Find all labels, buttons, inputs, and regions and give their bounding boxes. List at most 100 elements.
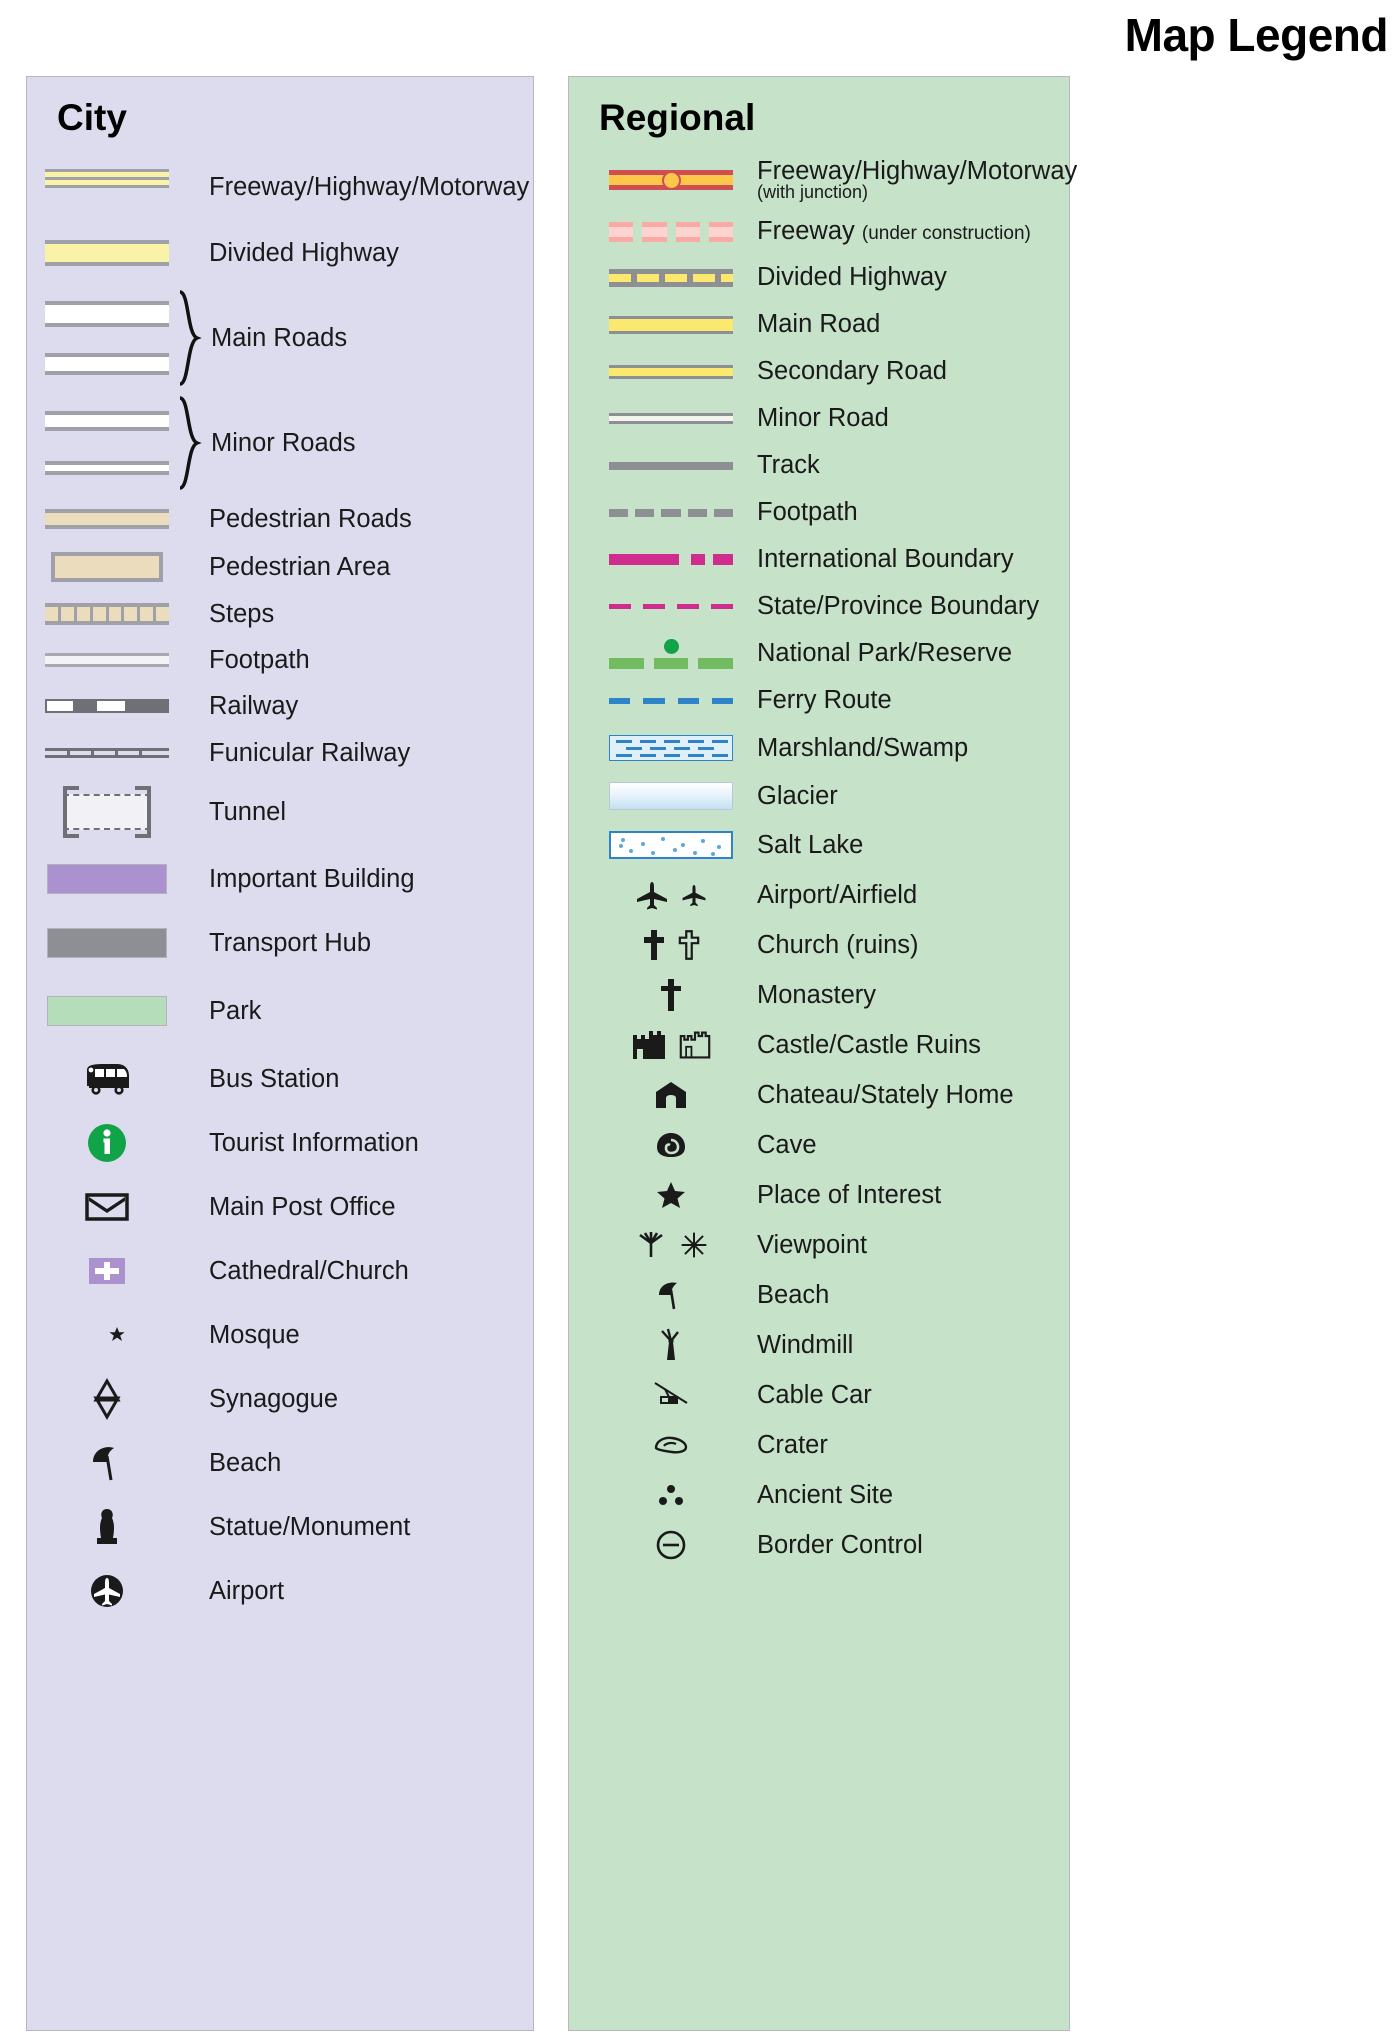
- church-cross-badge-icon: [45, 1254, 169, 1288]
- windmill-icon: [609, 1328, 733, 1362]
- legend-label: Windmill: [757, 1330, 854, 1359]
- airplane-circle-icon: [45, 1570, 169, 1612]
- legend-label: Beach: [209, 1448, 282, 1477]
- viewpoint-pair-icon: [609, 1231, 733, 1259]
- legend-row-regional-beach: Beach: [569, 1270, 1069, 1320]
- legend-label: Crater: [757, 1430, 828, 1459]
- legend-label: Marshland/Swamp: [757, 733, 969, 762]
- symbol-minor-roads: [45, 411, 169, 475]
- symbol-railway: [45, 699, 169, 713]
- legend-label: Ancient Site: [757, 1480, 894, 1509]
- crater-icon: [609, 1432, 733, 1458]
- legend-row-city-transport-hub: Transport Hub: [27, 911, 533, 975]
- legend-row-city-footpath: Footpath: [27, 637, 533, 683]
- legend-row-regional-crater: Crater: [569, 1420, 1069, 1470]
- legend-label-block: Freeway/Highway/Motorway (with junction): [757, 157, 1077, 203]
- legend-label: Track: [757, 451, 820, 480]
- legend-row-city-pedestrian-area: Pedestrian Area: [27, 543, 533, 591]
- legend-row-city-tourist-information: Tourist Information: [27, 1111, 533, 1175]
- legend-row-city-cathedral-church: Cathedral/Church: [27, 1239, 533, 1303]
- legend-label: Castle/Castle Ruins: [757, 1030, 981, 1059]
- legend-row-regional-cable-car: Cable Car: [569, 1370, 1069, 1420]
- star-icon: [609, 1180, 733, 1210]
- legend-row-regional-footpath: Footpath: [569, 489, 1069, 536]
- legend-label: Statue/Monument: [209, 1512, 411, 1541]
- symbol-pedestrian-area: [45, 552, 169, 582]
- legend-row-city-main-post-office: Main Post Office: [27, 1175, 533, 1239]
- legend-row-city-synagogue: Synagogue: [27, 1367, 533, 1431]
- legend-row-regional-secondary-road: Secondary Road: [569, 348, 1069, 395]
- beach-umbrella-icon: [609, 1278, 733, 1312]
- legend-label: Place of Interest: [757, 1180, 942, 1209]
- legend-label: Divided Highway: [757, 263, 947, 292]
- legend-row-regional-monastery: Monastery: [569, 970, 1069, 1020]
- chateau-icon: [609, 1080, 733, 1110]
- legend-label: Main Post Office: [209, 1192, 396, 1221]
- symbol-international-boundary: [609, 554, 733, 565]
- legend-row-regional-chateau: Chateau/Stately Home: [569, 1070, 1069, 1120]
- bus-icon: [45, 1062, 169, 1096]
- legend-label: Salt Lake: [757, 830, 864, 859]
- legend-label: Pedestrian Area: [209, 552, 391, 581]
- symbol-marshland-swamp: [609, 735, 733, 761]
- legend-row-city-beach: Beach: [27, 1431, 533, 1495]
- page-title: Map Legend: [1124, 9, 1389, 61]
- legend-label: Freeway/Highway/Motorway: [209, 172, 530, 201]
- legend-row-city-airport: Airport: [27, 1559, 533, 1623]
- legend-label: Minor Roads: [211, 428, 356, 457]
- legend-row-regional-national-park: National Park/Reserve: [569, 630, 1069, 677]
- legend-row-city-bus-station: Bus Station: [27, 1047, 533, 1111]
- legend-label: Cable Car: [757, 1380, 872, 1409]
- cave-icon: [609, 1130, 733, 1160]
- legend-label: Tourist Information: [209, 1128, 419, 1157]
- symbol-national-park-reserve: [609, 638, 734, 669]
- airplane-pair-icon: [609, 880, 733, 910]
- city-heading: City: [57, 97, 127, 138]
- legend-row-regional-international-boundary: International Boundary: [569, 536, 1069, 583]
- symbol-footpath: [609, 508, 734, 517]
- legend-row-regional-track: Track: [569, 442, 1069, 489]
- legend-label: Footpath: [209, 645, 310, 674]
- symbol-important-building: [45, 864, 169, 894]
- legend-row-city-park: Park: [27, 975, 533, 1047]
- statue-icon: [45, 1506, 169, 1548]
- legend-row-city-statue-monument: Statue/Monument: [27, 1495, 533, 1559]
- legend-row-regional-salt-lake: Salt Lake: [569, 820, 1069, 870]
- symbol-main-road: [609, 315, 733, 334]
- legend-inline-sublabel: (under construction): [861, 223, 1031, 245]
- symbol-transport-hub: [45, 928, 169, 958]
- legend-label: Main Road: [757, 310, 881, 339]
- symbol-freeway-highway-motorway: [45, 169, 169, 205]
- legend-label: Border Control: [757, 1530, 923, 1559]
- legend-row-regional-state-boundary: State/Province Boundary: [569, 583, 1069, 630]
- legend-row-regional-cave: Cave: [569, 1120, 1069, 1170]
- symbol-state-province-boundary: [609, 604, 733, 609]
- symbol-funicular-railway: [45, 746, 169, 760]
- legend-label: Important Building: [209, 864, 415, 893]
- symbol-pedestrian-roads: [45, 509, 169, 529]
- legend-row-city-pedestrian-roads: Pedestrian Roads: [27, 495, 533, 543]
- cable-car-icon: [609, 1379, 733, 1411]
- legend-label: Steps: [209, 599, 275, 628]
- legend-label: Freeway: [757, 217, 855, 246]
- legend-label: Mosque: [209, 1320, 300, 1349]
- legend-label: Railway: [209, 691, 299, 720]
- legend-row-regional-ferry-route: Ferry Route: [569, 677, 1069, 724]
- legend-label: Tunnel: [209, 797, 287, 826]
- legend-row-regional-church-ruins: Church (ruins): [569, 920, 1069, 970]
- legend-label: Park: [209, 996, 262, 1025]
- symbol-track: [609, 461, 733, 470]
- legend-label: Glacier: [757, 781, 838, 810]
- symbol-divided-highway: [45, 240, 169, 266]
- legend-row-regional-windmill: Windmill: [569, 1320, 1069, 1370]
- symbol-freeway-under-construction: [609, 221, 734, 242]
- legend-row-city-mosque: Mosque: [27, 1303, 533, 1367]
- ancient-site-dots-icon: [609, 1482, 733, 1508]
- symbol-main-roads: [45, 301, 169, 375]
- legend-label: Minor Road: [757, 404, 889, 433]
- legend-label: Church (ruins): [757, 930, 919, 959]
- legend-label: Secondary Road: [757, 357, 947, 386]
- brace-main-roads: [177, 290, 203, 386]
- legend-label: Pedestrian Roads: [209, 504, 412, 533]
- legend-label: Ferry Route: [757, 686, 892, 715]
